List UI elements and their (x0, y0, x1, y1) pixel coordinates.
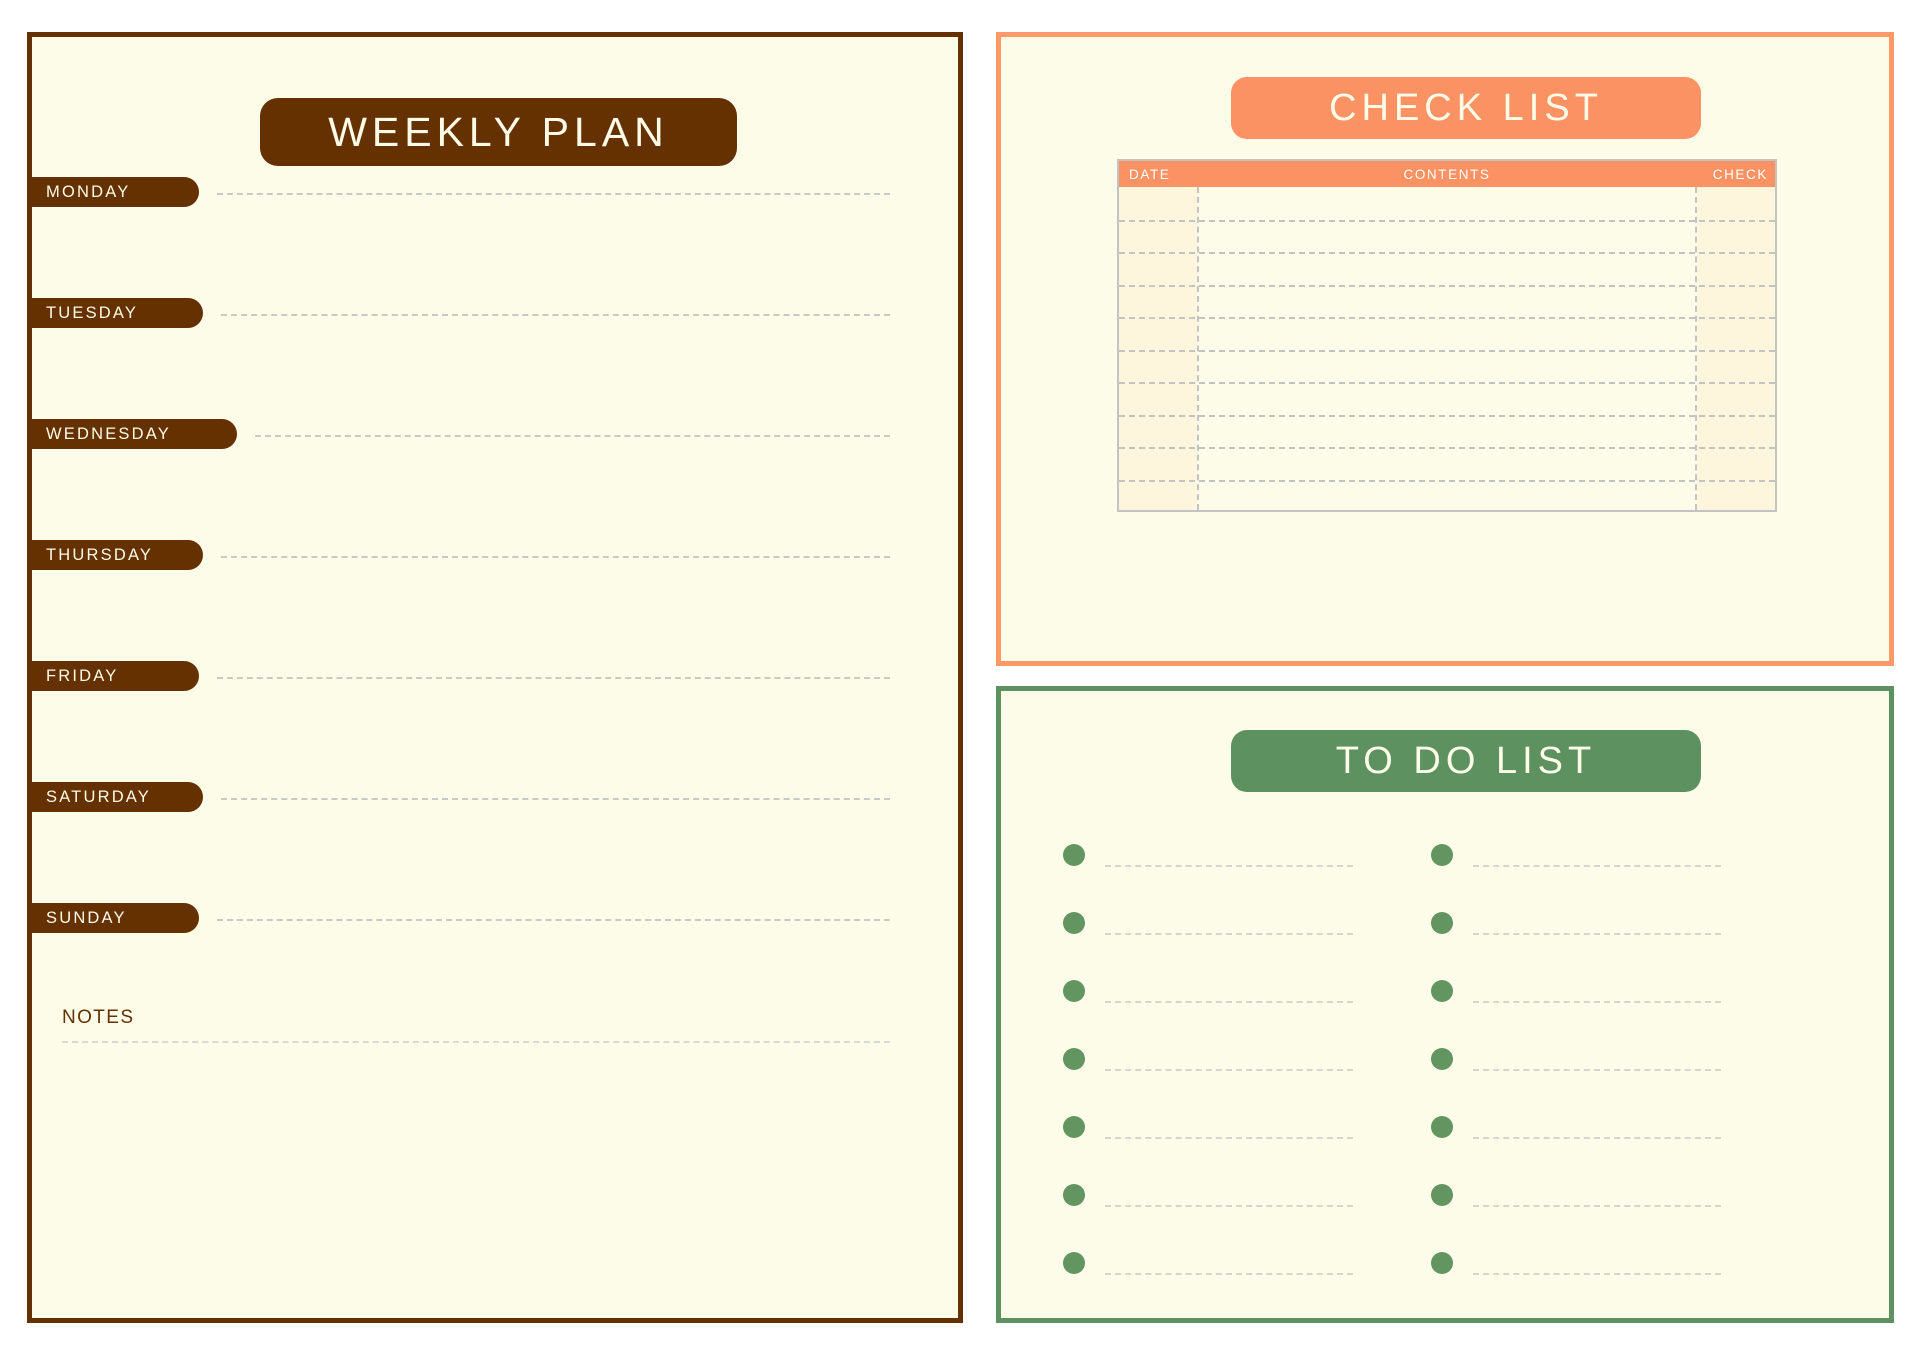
notes-label: NOTES (62, 1007, 135, 1028)
day-label-tuesday: TUESDAY (27, 298, 203, 328)
day-write-line[interactable] (217, 919, 890, 921)
day-write-line[interactable] (221, 556, 890, 558)
to-do-write-line[interactable] (1105, 1069, 1353, 1071)
day-write-line[interactable] (255, 435, 890, 437)
weekly-day-row: THURSDAY (27, 540, 953, 570)
to-do-write-line[interactable] (1473, 1001, 1721, 1003)
bullet-icon (1063, 1116, 1085, 1138)
day-write-line[interactable] (217, 677, 890, 679)
to-do-write-line[interactable] (1105, 1205, 1353, 1207)
table-row[interactable] (1119, 220, 1775, 222)
day-label-thursday: THURSDAY (27, 540, 203, 570)
day-label-friday: FRIDAY (27, 661, 199, 691)
bullet-icon (1063, 1252, 1085, 1274)
column-header-check: CHECK (1712, 166, 1768, 182)
to-do-write-line[interactable] (1105, 1273, 1353, 1275)
bullet-icon (1431, 1048, 1453, 1070)
to-do-write-line[interactable] (1105, 865, 1353, 867)
weekly-day-row: WEDNESDAY (27, 419, 953, 449)
weekly-day-row: TUESDAY (27, 298, 953, 328)
day-label-saturday: SATURDAY (27, 782, 203, 812)
date-column-background (1119, 187, 1197, 510)
column-header-contents: CONTENTS (1403, 166, 1491, 182)
table-row[interactable] (1119, 480, 1775, 482)
to-do-write-line[interactable] (1473, 1069, 1721, 1071)
to-do-write-line[interactable] (1105, 1001, 1353, 1003)
table-row[interactable] (1119, 285, 1775, 287)
to-do-write-line[interactable] (1473, 1205, 1721, 1207)
to-do-list-title: TO DO LIST (1231, 730, 1701, 792)
weekly-day-row: FRIDAY (27, 661, 953, 691)
weekly-day-row: SATURDAY (27, 782, 953, 812)
table-row[interactable] (1119, 350, 1775, 352)
weekly-plan-panel: WEEKLY PLAN MONDAY TUESDAY WEDNESDAY THURSD… (27, 32, 963, 1323)
weekly-day-row: MONDAY (27, 177, 953, 207)
to-do-write-line[interactable] (1473, 865, 1721, 867)
to-do-write-line[interactable] (1473, 1137, 1721, 1139)
check-list-table-body[interactable] (1119, 187, 1775, 510)
bullet-icon (1431, 1252, 1453, 1274)
bullet-icon (1431, 844, 1453, 866)
weekly-day-row: SUNDAY (27, 903, 953, 933)
bullet-icon (1431, 980, 1453, 1002)
day-label-sunday: SUNDAY (27, 903, 199, 933)
table-row[interactable] (1119, 415, 1775, 417)
bullet-icon (1063, 1184, 1085, 1206)
table-row[interactable] (1119, 447, 1775, 449)
day-label-monday: MONDAY (27, 177, 199, 207)
table-row[interactable] (1119, 317, 1775, 319)
check-list-table-header: DATE CONTENTS CHECK (1119, 161, 1775, 187)
day-write-line[interactable] (221, 314, 890, 316)
check-list-panel: CHECK LIST DATE CONTENTS CHECK (996, 32, 1894, 666)
day-write-line[interactable] (217, 193, 890, 195)
to-do-write-line[interactable] (1473, 1273, 1721, 1275)
table-row[interactable] (1119, 252, 1775, 254)
check-list-table: DATE CONTENTS CHECK (1117, 159, 1777, 512)
bullet-icon (1431, 912, 1453, 934)
bullet-icon (1431, 1184, 1453, 1206)
bullet-icon (1063, 912, 1085, 934)
to-do-write-line[interactable] (1105, 933, 1353, 935)
day-label-wednesday: WEDNESDAY (27, 419, 237, 449)
bullet-icon (1431, 1116, 1453, 1138)
check-column-background (1697, 187, 1775, 510)
column-header-date: DATE (1129, 166, 1171, 182)
column-divider-check (1695, 187, 1697, 510)
column-divider-date (1197, 187, 1199, 510)
to-do-write-line[interactable] (1473, 933, 1721, 935)
to-do-write-line[interactable] (1105, 1137, 1353, 1139)
check-list-title: CHECK LIST (1231, 77, 1701, 139)
bullet-icon (1063, 980, 1085, 1002)
day-write-line[interactable] (221, 798, 890, 800)
table-row[interactable] (1119, 382, 1775, 384)
bullet-icon (1063, 1048, 1085, 1070)
notes-write-line[interactable] (62, 1041, 890, 1043)
weekly-plan-title: WEEKLY PLAN (260, 98, 737, 166)
to-do-list-panel: TO DO LIST (996, 686, 1894, 1323)
bullet-icon (1063, 844, 1085, 866)
